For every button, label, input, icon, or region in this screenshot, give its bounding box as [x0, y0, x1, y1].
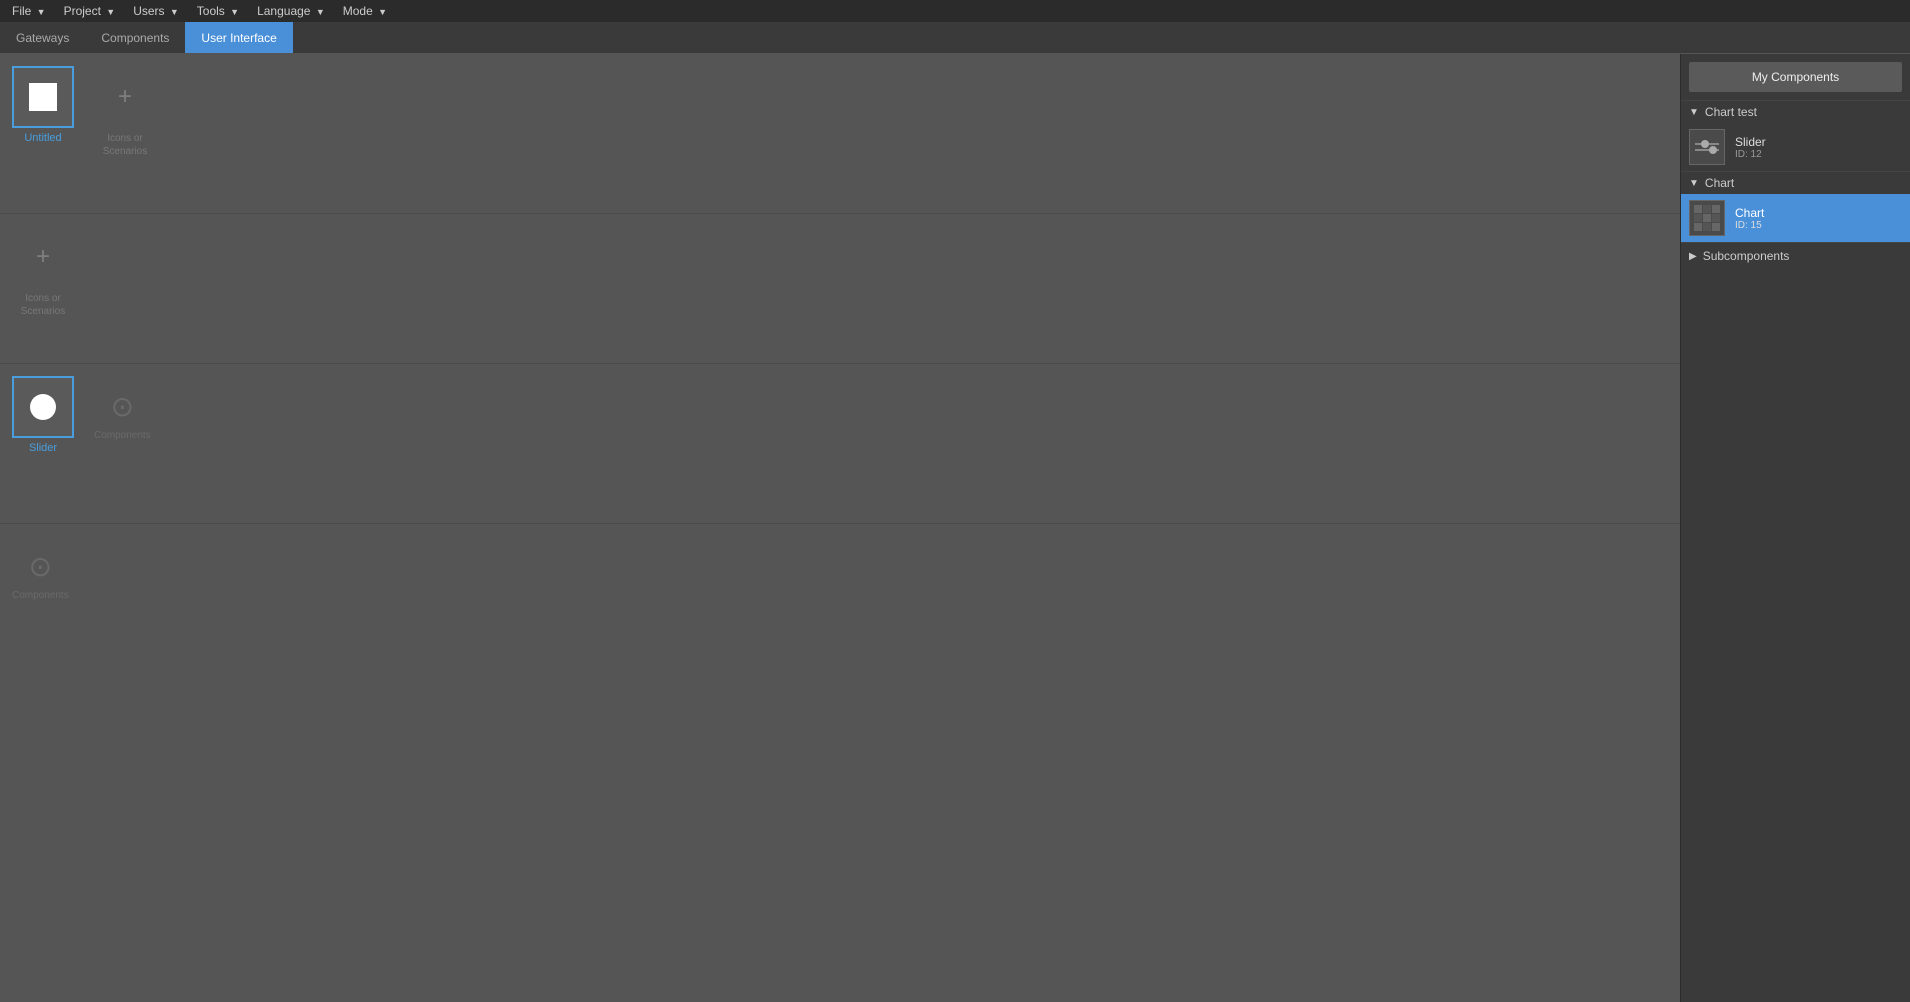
- section-chart-test[interactable]: ▼ Chart test: [1681, 100, 1910, 123]
- component-untitled[interactable]: Untitled: [12, 66, 74, 144]
- untitled-inner-square: [29, 83, 57, 111]
- tabbar: Gateways Components User Interface: [0, 22, 1910, 54]
- down-label-2: Components: [12, 590, 69, 601]
- canvas-row-2: + Icons orScenarios: [0, 214, 1680, 364]
- component-box-untitled: [12, 66, 74, 128]
- menu-tools[interactable]: Tools ▼: [189, 2, 247, 20]
- menubar: File ▼ Project ▼ Users ▼ Tools ▼ Languag…: [0, 0, 1910, 22]
- add-label-2: Icons orScenarios: [21, 292, 65, 318]
- chevron-down-icon-2: ⊙: [20, 546, 60, 586]
- section-label-subcomponents: Subcomponents: [1703, 249, 1790, 263]
- canvas-row-3: Slider ⊙ Components: [0, 364, 1680, 524]
- chart-name: Chart: [1735, 206, 1902, 220]
- right-panel: My Components ▼ Chart test Slider ID:: [1680, 54, 1910, 1002]
- sub-arrow-icon: ▶: [1689, 251, 1697, 262]
- slider-inner-circle: [30, 394, 56, 420]
- tab-user-interface[interactable]: User Interface: [185, 22, 292, 53]
- component-label-slider: Slider: [29, 442, 57, 454]
- canvas-row-1: Untitled + Icons orScenarios: [0, 54, 1680, 214]
- plus-icon-2: +: [12, 226, 74, 288]
- my-components-button[interactable]: My Components: [1689, 62, 1902, 92]
- chart-id: ID: 15: [1735, 220, 1902, 231]
- section-arrow-chart: ▼: [1689, 178, 1699, 189]
- component-label-untitled: Untitled: [24, 132, 61, 144]
- slider-info: Slider ID: 12: [1735, 135, 1902, 160]
- tab-components[interactable]: Components: [85, 22, 185, 53]
- menu-users[interactable]: Users ▼: [125, 2, 187, 20]
- canvas-row-4: ⊙ Components: [0, 524, 1680, 674]
- chart-thumb: [1689, 200, 1725, 236]
- section-subcomponents[interactable]: ▶ Subcomponents: [1681, 242, 1910, 269]
- section-arrow-chart-test: ▼: [1689, 107, 1699, 118]
- menu-file[interactable]: File ▼: [4, 2, 54, 20]
- down-label-1: Components: [94, 430, 151, 441]
- add-label-1: Icons orScenarios: [103, 132, 147, 158]
- add-icons-scenarios-1[interactable]: + Icons orScenarios: [94, 66, 156, 158]
- chart-info: Chart ID: 15: [1735, 206, 1902, 231]
- component-slider[interactable]: Slider: [12, 376, 74, 454]
- menu-language[interactable]: Language ▼: [249, 2, 333, 20]
- components-down-1[interactable]: ⊙ Components: [94, 376, 151, 441]
- components-down-2[interactable]: ⊙ Components: [12, 536, 69, 601]
- menu-mode[interactable]: Mode ▼: [335, 2, 395, 20]
- menu-project[interactable]: Project ▼: [56, 2, 124, 20]
- section-label-chart-test: Chart test: [1705, 105, 1757, 119]
- component-box-slider: [12, 376, 74, 438]
- plus-icon-1: +: [94, 66, 156, 128]
- chart-grid-icon: [1694, 205, 1720, 231]
- list-item-slider[interactable]: Slider ID: 12: [1681, 123, 1910, 171]
- slider-name: Slider: [1735, 135, 1902, 149]
- section-chart[interactable]: ▼ Chart: [1681, 171, 1910, 194]
- chevron-down-icon-1: ⊙: [102, 386, 142, 426]
- slider-thumb: [1689, 129, 1725, 165]
- tab-gateways[interactable]: Gateways: [0, 22, 85, 53]
- section-label-chart: Chart: [1705, 176, 1734, 190]
- list-item-chart[interactable]: Chart ID: 15: [1681, 194, 1910, 242]
- slider-id: ID: 12: [1735, 149, 1902, 160]
- main-layout: Untitled + Icons orScenarios + Icons orS…: [0, 54, 1910, 1002]
- add-icons-scenarios-2[interactable]: + Icons orScenarios: [12, 226, 74, 318]
- canvas: Untitled + Icons orScenarios + Icons orS…: [0, 54, 1680, 1002]
